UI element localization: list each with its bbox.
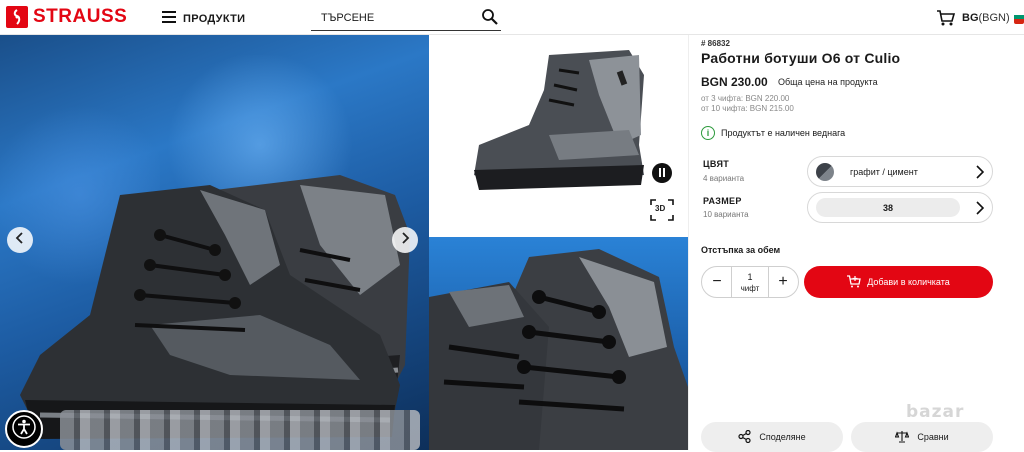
quantity-increase-button[interactable]: + — [774, 274, 792, 290]
compare-label: Сравни — [917, 432, 949, 442]
cart-add-icon — [847, 274, 862, 290]
pause-icon — [658, 164, 666, 182]
product-info-panel: # 86832 Работни ботуши O6 от Culio BGN 2… — [688, 35, 1024, 452]
share-label: Споделяне — [759, 432, 806, 442]
product-thumbnail-closeup[interactable] — [429, 237, 688, 450]
add-to-cart-button[interactable]: Добави в количката — [804, 266, 993, 298]
size-value: 38 — [816, 198, 960, 217]
chevron-right-icon — [976, 201, 985, 220]
color-value: графит / цимент — [850, 166, 918, 177]
3d-label: 3D — [655, 204, 666, 213]
price-tier: от 3 чифта: BGN 220.00 — [701, 94, 790, 103]
bazar-watermark: bazar — [906, 402, 965, 422]
color-label: ЦВЯТ — [703, 159, 730, 169]
price-tier: от 10 чифта: BGN 215.00 — [701, 104, 794, 113]
stock-text: Продуктът е наличен веднага — [721, 128, 846, 138]
search-input[interactable] — [321, 11, 471, 24]
quantity-stepper: − 1 чифт + — [701, 266, 799, 298]
color-selector[interactable]: графит / цимент — [807, 156, 993, 187]
chevron-right-icon — [976, 165, 985, 184]
quantity-value: 1 — [747, 271, 753, 282]
closeup-boots-photo — [429, 249, 688, 450]
quantity-unit: чифт — [740, 283, 760, 293]
size-label: РАЗМЕР — [703, 196, 742, 206]
language-code: BG — [962, 12, 979, 24]
bulk-discount-link[interactable]: Отстъпка за обем — [701, 245, 780, 255]
product-sku: # 86832 — [701, 39, 730, 48]
pause-button[interactable] — [652, 163, 672, 183]
arrow-right-icon — [400, 231, 410, 249]
product-price: BGN 230.00 — [701, 75, 768, 89]
strauss-logo[interactable]: STRAUSS — [6, 6, 127, 28]
accessibility-icon — [11, 414, 37, 445]
language-selector[interactable]: BG(BGN) — [962, 12, 1010, 24]
main-product-image[interactable] — [0, 35, 429, 450]
top-bar: STRAUSS ПРОДУКТИ BG(BGN) — [0, 0, 1024, 35]
boots-photo — [20, 175, 410, 439]
add-to-cart-label: Добави в количката — [867, 277, 950, 287]
products-menu-button[interactable]: ПРОДУКТИ — [162, 10, 245, 28]
products-menu-label: ПРОДУКТИ — [183, 13, 246, 25]
search-icon[interactable] — [481, 8, 499, 31]
info-icon: i — [701, 126, 715, 140]
arrow-left-icon — [15, 231, 25, 249]
accessibility-button[interactable] — [5, 410, 43, 448]
share-button[interactable]: Споделяне — [701, 422, 843, 452]
stock-status: i Продуктът е наличен веднага — [701, 126, 845, 140]
quantity-field[interactable]: 1 чифт — [731, 267, 769, 297]
color-swatch — [816, 162, 834, 181]
size-variants-count: 10 варианта — [703, 210, 749, 219]
color-variants-count: 4 варианта — [703, 174, 745, 183]
compare-button[interactable]: Сравни — [851, 422, 993, 452]
3d-view-button[interactable]: 3D — [650, 199, 674, 221]
cart-icon[interactable] — [936, 9, 956, 32]
size-selector[interactable]: 38 — [807, 192, 993, 223]
menu-icon — [162, 10, 176, 28]
quantity-decrease-button[interactable]: − — [708, 274, 726, 290]
gallery-next-button[interactable] — [392, 227, 418, 253]
price-note: Обща цена на продукта — [778, 77, 878, 87]
gallery-prev-button[interactable] — [7, 227, 33, 253]
compare-icon — [895, 430, 910, 445]
product-title: Работни ботуши O6 от Culio — [701, 50, 901, 66]
search-bar — [311, 5, 501, 31]
logo-text: STRAUSS — [33, 6, 128, 27]
share-icon — [738, 429, 751, 445]
logo-mark-icon — [6, 6, 28, 28]
currency-code: (BGN) — [978, 12, 1010, 24]
flag-icon — [1014, 10, 1024, 24]
